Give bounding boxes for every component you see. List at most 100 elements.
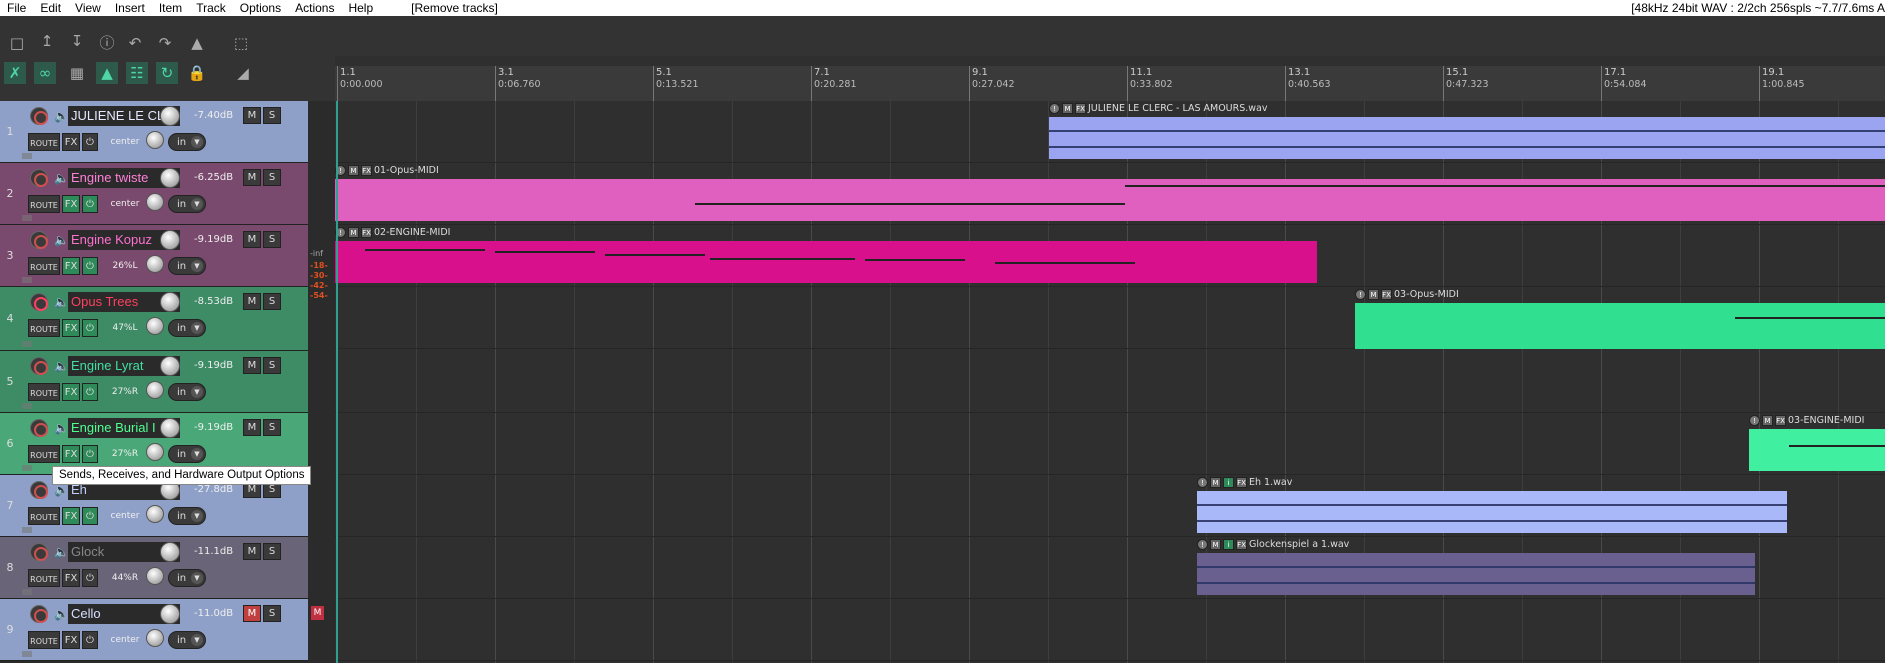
item-info-icon[interactable]: i xyxy=(1223,476,1234,488)
item-fx-button[interactable]: FX xyxy=(361,226,372,238)
solo-button[interactable]: S xyxy=(263,605,281,622)
item-lock-icon[interactable]: ! xyxy=(1197,538,1208,550)
route-button[interactable]: ROUTE xyxy=(28,507,60,525)
link-icon[interactable]: ∞ xyxy=(34,62,56,84)
solo-button[interactable]: S xyxy=(263,543,281,560)
project-settings-icon[interactable]: ⓘ xyxy=(96,32,118,54)
volume-knob[interactable] xyxy=(160,168,180,188)
input-select[interactable]: in ▼ xyxy=(168,445,206,463)
speaker-icon[interactable]: 🔈 xyxy=(54,295,69,309)
record-arm-icon[interactable] xyxy=(30,169,48,187)
input-select[interactable]: in ▼ xyxy=(168,257,206,275)
arrange-view[interactable]: 1.1 0:00.000 3.1 0:06.760 5.1 0:13.521 7.1 0:20… xyxy=(335,56,1885,663)
mute-button[interactable]: M xyxy=(243,231,261,248)
track-number[interactable]: 5 xyxy=(0,351,20,412)
route-button[interactable]: ROUTE xyxy=(28,445,60,463)
item-lock-icon[interactable]: ! xyxy=(1355,288,1366,300)
media-item[interactable]: ! M FX 01-Opus-MIDI xyxy=(335,164,1885,221)
new-project-icon[interactable]: □ xyxy=(6,32,28,54)
fx-button[interactable]: FX xyxy=(62,319,80,337)
input-select[interactable]: in ▼ xyxy=(168,383,206,401)
item-lock-icon[interactable]: ! xyxy=(1049,102,1060,114)
mute-button[interactable]: M xyxy=(243,543,261,560)
fx-button[interactable]: FX xyxy=(62,383,80,401)
volume-knob[interactable] xyxy=(160,292,180,312)
undo-icon[interactable]: ↶ xyxy=(124,32,146,54)
item-fx-button[interactable]: FX xyxy=(1381,288,1392,300)
volume-knob[interactable] xyxy=(160,542,180,562)
track-number[interactable]: 7 xyxy=(0,475,20,536)
menu-track[interactable]: Track xyxy=(189,1,233,15)
loop-icon[interactable]: ↻ xyxy=(156,62,178,84)
item-fx-button[interactable]: FX xyxy=(1236,538,1247,550)
menu-file[interactable]: File xyxy=(0,1,33,15)
speaker-icon[interactable]: 🔈 xyxy=(54,483,69,497)
item-mute-button[interactable]: M xyxy=(1062,102,1073,114)
route-button[interactable]: ROUTE xyxy=(28,257,60,275)
track-panel[interactable]: 8 🔈 Glock -11.1dB M S ROUTE FX ⏻ 44%R in… xyxy=(0,537,308,599)
track-number[interactable]: 9 xyxy=(0,599,20,660)
fx-button[interactable]: FX xyxy=(62,445,80,463)
item-fx-button[interactable]: FX xyxy=(361,164,372,176)
fx-bypass-icon[interactable]: ⏻ xyxy=(82,631,98,649)
speaker-icon[interactable]: 🔈 xyxy=(54,359,69,373)
menu-edit[interactable]: Edit xyxy=(33,1,68,15)
fx-bypass-icon[interactable]: ⏻ xyxy=(82,195,98,213)
speaker-icon[interactable]: 🔈 xyxy=(54,171,69,185)
pan-knob[interactable] xyxy=(146,317,164,335)
track-number[interactable]: 8 xyxy=(0,537,20,598)
volume-knob[interactable] xyxy=(160,230,180,250)
track-number[interactable]: 3 xyxy=(0,225,20,286)
track-panel[interactable]: 9 🔈 Cello -11.0dB M S ROUTE FX ⏻ center … xyxy=(0,599,308,661)
speaker-icon[interactable]: 🔈 xyxy=(54,421,69,435)
folder-icon[interactable] xyxy=(22,589,32,595)
mute-button[interactable]: M xyxy=(243,169,261,186)
group-icon[interactable]: ▦ xyxy=(66,62,88,84)
solo-button[interactable]: S xyxy=(263,293,281,310)
folder-icon[interactable] xyxy=(22,341,32,347)
fx-bypass-icon[interactable]: ⏻ xyxy=(82,445,98,463)
record-arm-icon[interactable] xyxy=(30,357,48,375)
route-button[interactable]: ROUTE xyxy=(28,383,60,401)
route-button[interactable]: ROUTE xyxy=(28,631,60,649)
volume-knob[interactable] xyxy=(160,604,180,624)
menu-item[interactable]: Item xyxy=(152,1,189,15)
pan-knob[interactable] xyxy=(146,505,164,523)
track-number[interactable]: 1 xyxy=(0,101,20,162)
record-arm-icon[interactable] xyxy=(30,605,48,623)
mute-button[interactable]: M xyxy=(243,605,261,622)
input-select[interactable]: in ▼ xyxy=(168,319,206,337)
fx-button[interactable]: FX xyxy=(62,631,80,649)
item-mute-button[interactable]: M xyxy=(1210,476,1221,488)
item-info-icon[interactable]: i xyxy=(1223,538,1234,550)
auto-crossfade-icon[interactable]: ▲ xyxy=(96,62,118,84)
menu-view[interactable]: View xyxy=(68,1,108,15)
track-panel[interactable]: 4 🔈 Opus Trees -8.53dB M S ROUTE FX ⏻ 47… xyxy=(0,287,308,351)
record-arm-icon[interactable] xyxy=(30,481,48,499)
menu-insert[interactable]: Insert xyxy=(108,1,152,15)
track-number[interactable]: 2 xyxy=(0,163,20,224)
fx-button[interactable]: FX xyxy=(62,507,80,525)
audio-status[interactable]: [48kHz 24bit WAV : 2/2ch 256spls ~7.7/7.… xyxy=(1631,0,1885,16)
metronome-icon[interactable]: ▲ xyxy=(186,32,208,54)
pan-knob[interactable] xyxy=(146,381,164,399)
track-number[interactable]: 6 xyxy=(0,413,20,474)
menu-options[interactable]: Options xyxy=(233,1,288,15)
item-lock-icon[interactable]: ! xyxy=(1197,476,1208,488)
media-item[interactable]: ! M i FX Eh 1.wav xyxy=(1197,476,1787,533)
open-project-icon[interactable]: ↥ xyxy=(36,30,58,52)
marquee-icon[interactable]: ⬚ xyxy=(230,32,252,54)
route-button[interactable]: ROUTE xyxy=(28,195,60,213)
route-button[interactable]: ROUTE xyxy=(28,133,60,151)
media-item[interactable]: ! M FX 03-Opus-MIDI xyxy=(1355,288,1885,349)
mute-button[interactable]: M xyxy=(243,357,261,374)
ripple-icon[interactable]: ✗ xyxy=(4,62,26,84)
pan-knob[interactable] xyxy=(146,443,164,461)
item-mute-button[interactable]: M xyxy=(348,164,359,176)
record-arm-icon[interactable] xyxy=(30,293,48,311)
redo-icon[interactable]: ↷ xyxy=(154,32,176,54)
pan-knob[interactable] xyxy=(146,131,164,149)
volume-knob[interactable] xyxy=(160,418,180,438)
input-select[interactable]: in ▼ xyxy=(168,507,206,525)
media-item[interactable]: ! M FX JULIENE LE CLERC - LAS AMOURS.wav xyxy=(1049,102,1885,159)
